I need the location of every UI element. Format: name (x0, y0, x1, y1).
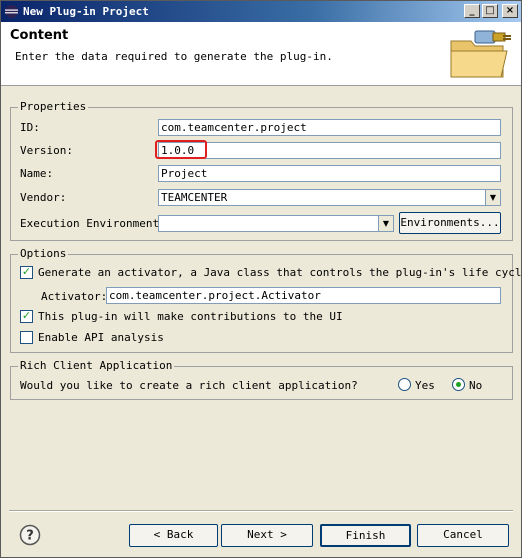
chevron-down-icon[interactable]: ▼ (485, 190, 500, 205)
title-bar[interactable]: New Plug-in Project _ □ × (1, 1, 521, 22)
help-icon[interactable]: ? (19, 524, 41, 546)
id-label: ID: (20, 121, 40, 134)
properties-group-label: Properties (18, 100, 89, 113)
api-analysis-checkbox[interactable] (20, 331, 33, 344)
activator-label: Activator: (41, 290, 108, 303)
window-title: New Plug-in Project (23, 5, 149, 18)
maximize-button[interactable]: □ (482, 4, 498, 18)
vendor-value: TEAMCENTER (161, 191, 228, 204)
version-field[interactable]: 1.0.0 (158, 142, 501, 159)
name-label: Name: (20, 167, 54, 180)
rca-yes-radio[interactable] (398, 378, 411, 391)
radio-selected-dot (456, 382, 461, 387)
name-field[interactable]: Project (158, 165, 501, 182)
id-field[interactable]: com.teamcenter.project (158, 119, 501, 136)
ui-contributions-checkbox[interactable]: ✓ (20, 310, 33, 323)
options-group-label: Options (18, 247, 69, 260)
close-button[interactable]: × (502, 4, 518, 18)
rca-no-radio[interactable] (452, 378, 465, 391)
execution-environment-label: Execution Environment: (20, 217, 166, 230)
page-title: Content (10, 28, 69, 43)
new-plugin-project-dialog: New Plug-in Project _ □ × Content Enter … (0, 0, 522, 558)
activator-field[interactable]: com.teamcenter.project.Activator (106, 287, 501, 304)
vendor-label: Vendor: (20, 191, 67, 204)
footer-separator (9, 510, 513, 512)
eclipse-icon (5, 5, 18, 18)
api-analysis-label: Enable API analysis (38, 331, 164, 344)
rca-question: Would you like to create a rich client a… (20, 379, 358, 392)
wizard-header: Content Enter the data required to gener… (1, 22, 521, 86)
back-button[interactable]: < Back (129, 524, 218, 547)
environments-button[interactable]: Environments... (399, 212, 501, 234)
cancel-button[interactable]: Cancel (417, 524, 509, 547)
version-label: Version: (20, 144, 73, 157)
svg-text:?: ? (26, 529, 34, 544)
rca-group-label: Rich Client Application (18, 359, 175, 372)
generate-activator-label: Generate an activator, a Java class that… (38, 266, 522, 279)
generate-activator-checkbox[interactable]: ✓ (20, 266, 33, 279)
version-highlight-box (155, 140, 207, 159)
rca-yes-label: Yes (415, 379, 435, 392)
rca-no-label: No (469, 379, 483, 392)
vendor-combo[interactable]: TEAMCENTER ▼ (158, 189, 501, 206)
finish-button[interactable]: Finish (320, 524, 411, 547)
minimize-button[interactable]: _ (464, 4, 480, 18)
ui-contributions-label: This plug-in will make contributions to … (38, 310, 343, 323)
execution-environment-combo[interactable]: ▼ (158, 215, 394, 232)
chevron-down-icon[interactable]: ▼ (378, 216, 393, 231)
plugin-folder-icon (450, 30, 511, 78)
page-description: Enter the data required to generate the … (15, 50, 333, 63)
next-button[interactable]: Next > (221, 524, 313, 547)
